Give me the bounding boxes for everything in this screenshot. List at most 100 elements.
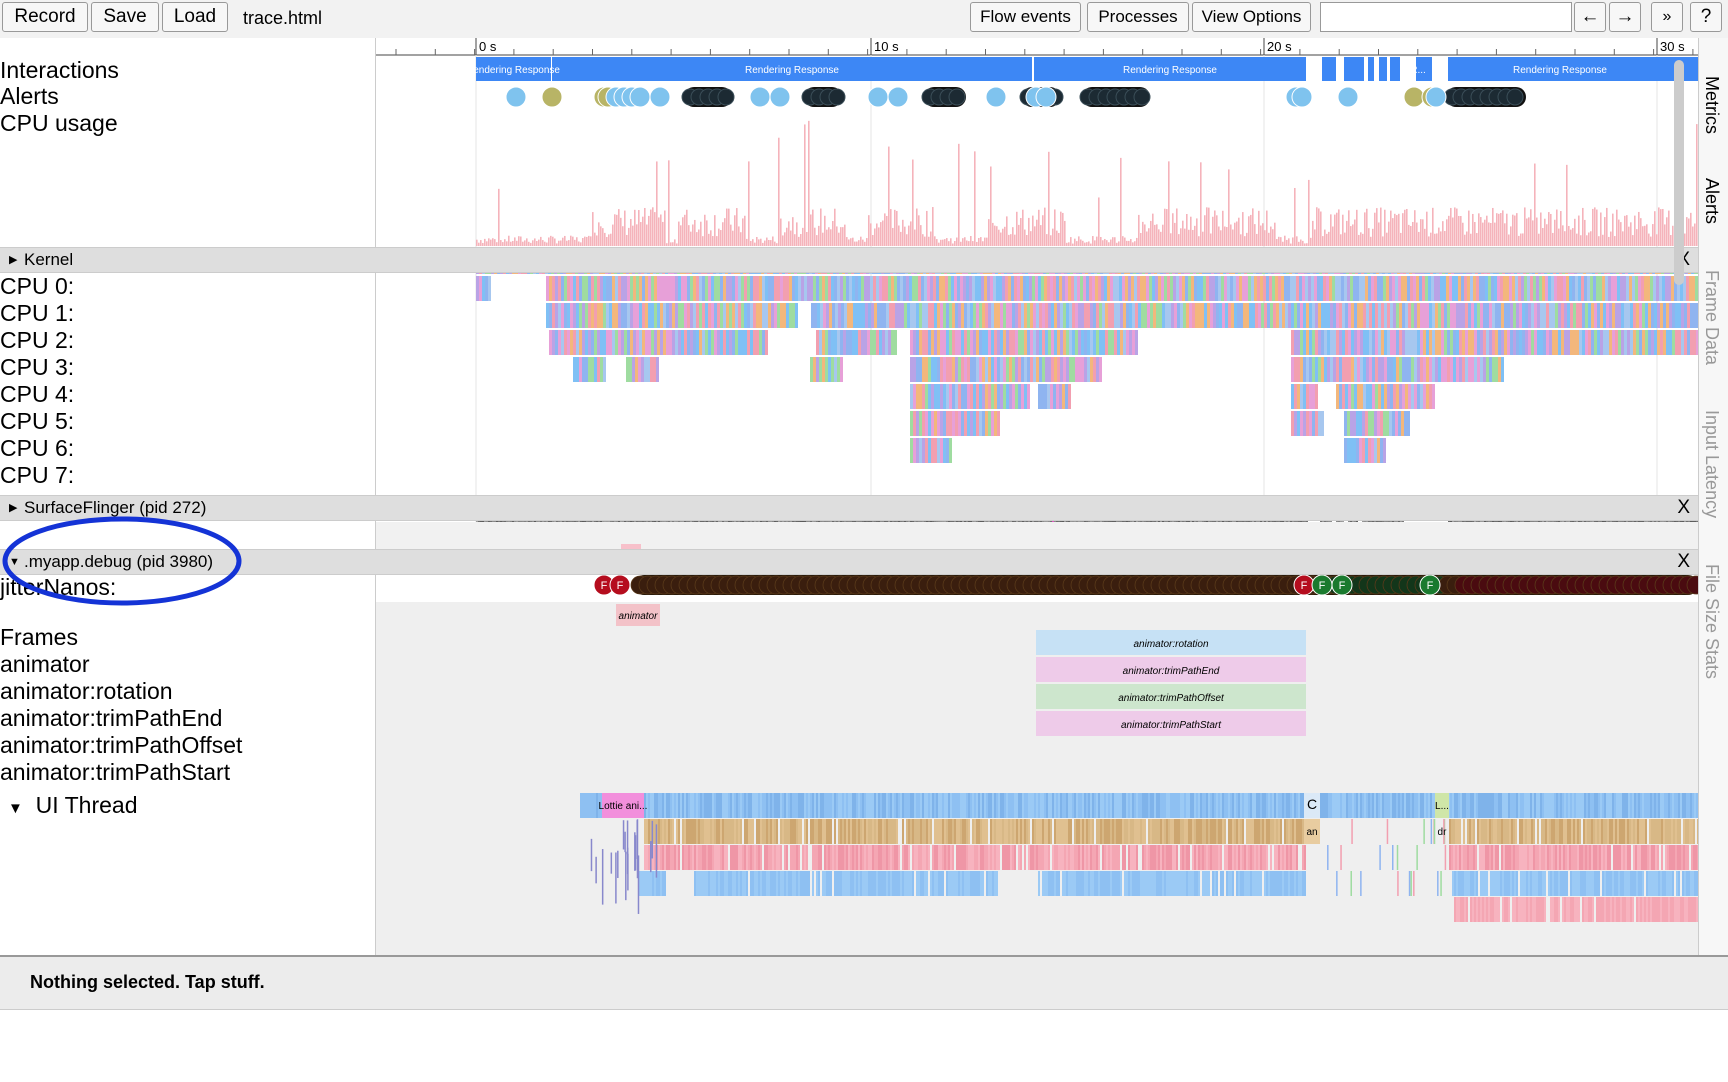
save-button[interactable]: Save (91, 2, 159, 32)
interaction-slice[interactable] (1379, 57, 1387, 81)
ui-thread-slice (1024, 845, 1026, 870)
cpu-slice (1126, 303, 1129, 328)
ui-thread-slice (1152, 819, 1154, 844)
ui-thread-slice (1637, 845, 1639, 870)
cpu-usage-bar (778, 138, 780, 246)
ui-thread-slice (852, 871, 854, 896)
cpu-slice (1549, 330, 1552, 355)
alert-warning-icon (630, 87, 650, 107)
ui-thread-slice (590, 793, 592, 818)
ui-thread-slice (906, 845, 908, 870)
cpu-slice (1291, 330, 1294, 355)
record-button[interactable]: Record (2, 2, 88, 32)
ui-thread-slice (1266, 845, 1268, 870)
ui-thread-slice (1350, 793, 1352, 818)
cpu-slice (1255, 303, 1258, 328)
cpu-usage-bar (1096, 237, 1098, 246)
ui-thread-slice (1473, 819, 1475, 844)
cpu-slice (931, 357, 934, 382)
cpu-slice (1348, 303, 1351, 328)
processes-button[interactable]: Processes (1087, 2, 1189, 32)
cpu-slice (1632, 276, 1635, 301)
cpu-slice (651, 330, 654, 355)
ui-thread-slice (1148, 871, 1150, 896)
cpu-slice (1066, 303, 1069, 328)
cpu-usage-bar (1504, 223, 1506, 246)
ui-thread-slice (1054, 845, 1056, 870)
cpu-slice (1018, 330, 1021, 355)
alert-warning-icon (506, 87, 526, 107)
cpu-slice (820, 303, 823, 328)
ui-thread-slice (1533, 819, 1535, 844)
cpu-slice (888, 330, 891, 355)
cpu-slice (1396, 384, 1399, 409)
cpu-slice (630, 330, 633, 355)
cpu-slice (687, 276, 690, 301)
cpu-usage-bar (1536, 218, 1538, 246)
ui-thread-toggle[interactable]: ▼ UI Thread (8, 792, 138, 822)
cpu-usage-bar (502, 242, 504, 246)
more-button[interactable]: » (1651, 2, 1683, 32)
ui-thread-slice (874, 819, 876, 844)
cpu-slice (1362, 276, 1365, 301)
cpu-usage-bar (1204, 215, 1206, 246)
ui-thread-slice (978, 819, 980, 844)
cpu-slice (1591, 303, 1594, 328)
cpu-slice (1183, 303, 1186, 328)
ui-thread-slice (1456, 793, 1458, 818)
load-button[interactable]: Load (162, 2, 228, 32)
cpu-usage-bar (1644, 226, 1646, 246)
interaction-slice[interactable] (1368, 57, 1374, 81)
cpu-slice (973, 303, 976, 328)
next-result-button[interactable]: → (1609, 2, 1641, 32)
cpu-usage-bar (1002, 229, 1004, 246)
cpu-slice (1009, 384, 1012, 409)
ui-thread-slice (658, 845, 660, 870)
cpu-usage-bar (886, 216, 888, 246)
ui-thread-slice (1236, 845, 1238, 870)
cpu-slice (1429, 303, 1432, 328)
ui-thread-slice (1100, 871, 1102, 896)
cpu-slice (1450, 303, 1453, 328)
interaction-slice[interactable] (1390, 57, 1400, 81)
view-options-button[interactable]: View Options (1192, 2, 1311, 32)
cpu-usage-bar (1260, 226, 1262, 246)
cpu-slice (1036, 357, 1039, 382)
cpu-usage-bar (694, 220, 696, 246)
cpu-slice (1356, 276, 1359, 301)
cpu-slice (955, 303, 958, 328)
cpu-slice (1471, 303, 1474, 328)
ui-thread-slice (658, 793, 660, 818)
cpu-usage-bar (1114, 237, 1116, 246)
cpu-usage-bar (634, 210, 636, 246)
flow-events-button[interactable]: Flow events (970, 2, 1081, 32)
cpu-slice (1162, 303, 1165, 328)
cpu-slice (1098, 276, 1101, 301)
ui-thread-slice (730, 819, 732, 844)
cpu-usage-bar (1040, 225, 1042, 246)
cpu-slice (1588, 330, 1591, 355)
ui-thread-slice (584, 793, 586, 818)
interaction-slice[interactable] (1322, 57, 1336, 81)
cpu-slice (1050, 384, 1053, 409)
cpu-slice (1065, 276, 1068, 301)
prev-result-button[interactable]: ← (1574, 2, 1606, 32)
cpu-slice (1600, 303, 1603, 328)
cpu-usage-bar (642, 217, 644, 246)
cpu-slice (1450, 357, 1453, 382)
cpu-slice (582, 276, 585, 301)
cpu-usage-bar (576, 237, 578, 246)
ui-thread-slice (1294, 793, 1296, 818)
ui-thread-slice (904, 845, 906, 870)
cpu-slice (1095, 276, 1098, 301)
ui-thread-slice (1589, 845, 1591, 870)
ui-thread-slice (1599, 845, 1601, 870)
interaction-slice[interactable] (1344, 57, 1364, 81)
cpu-usage-bar (1372, 229, 1374, 246)
cpu-slice (994, 357, 997, 382)
help-button[interactable]: ? (1690, 2, 1722, 32)
search-input[interactable] (1320, 2, 1572, 32)
ui-thread-slice (794, 845, 796, 870)
cpu-slice (976, 357, 979, 382)
cpu-usage-bar (1294, 188, 1296, 246)
